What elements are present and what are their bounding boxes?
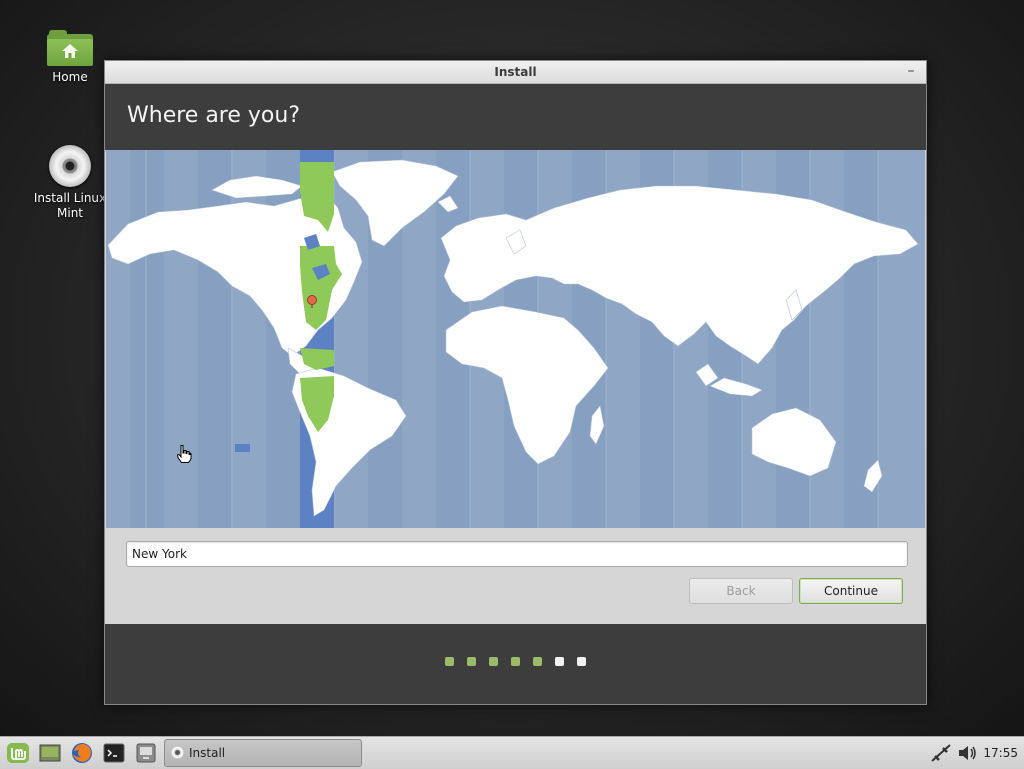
mint-menu-icon[interactable]	[6, 741, 30, 765]
progress-dot	[577, 657, 586, 666]
window-title: Install	[494, 65, 537, 79]
volume-icon[interactable]	[957, 743, 979, 763]
taskbar-window-label: Install	[189, 746, 226, 760]
firefox-icon[interactable]	[70, 741, 94, 765]
install-window: Install – Where are you? New York Back C…	[104, 60, 927, 705]
continue-button[interactable]: Continue	[799, 578, 903, 604]
hand-cursor-icon	[176, 445, 192, 463]
desktop-icon-home-label: Home	[52, 70, 88, 84]
page-title: Where are you?	[127, 103, 300, 128]
clock: 17:55	[983, 746, 1018, 760]
terminal-icon[interactable]	[102, 741, 126, 765]
progress-dot	[511, 657, 520, 666]
pacific-marker	[235, 444, 250, 452]
step-header: Where are you?	[105, 84, 926, 150]
progress-dot	[489, 657, 498, 666]
network-icon[interactable]	[930, 743, 952, 763]
files-icon[interactable]	[134, 741, 158, 765]
progress-dot	[467, 657, 476, 666]
progress-dots	[105, 657, 926, 666]
desktop-icon-home[interactable]: Home	[25, 30, 115, 85]
desktop-icon-install-label: Install Linux Mint	[33, 191, 107, 220]
minimize-button[interactable]: –	[904, 63, 918, 79]
install-disc-icon	[49, 145, 91, 187]
progress-footer	[105, 624, 926, 704]
home-folder-icon	[47, 30, 93, 66]
location-field[interactable]: New York	[126, 541, 908, 567]
timezone-map[interactable]	[106, 150, 925, 528]
back-button[interactable]: Back	[689, 578, 793, 604]
install-app-icon	[171, 746, 184, 759]
taskbar-window-install[interactable]: Install	[164, 739, 362, 767]
desktop-icon-install-linux-mint[interactable]: Install Linux Mint	[25, 145, 115, 221]
progress-dot	[445, 657, 454, 666]
show-desktop-icon[interactable]	[38, 741, 62, 765]
taskbar: Install 17:55	[0, 736, 1024, 769]
progress-dot	[533, 657, 542, 666]
progress-dot	[555, 657, 564, 666]
window-titlebar[interactable]: Install –	[105, 61, 926, 84]
